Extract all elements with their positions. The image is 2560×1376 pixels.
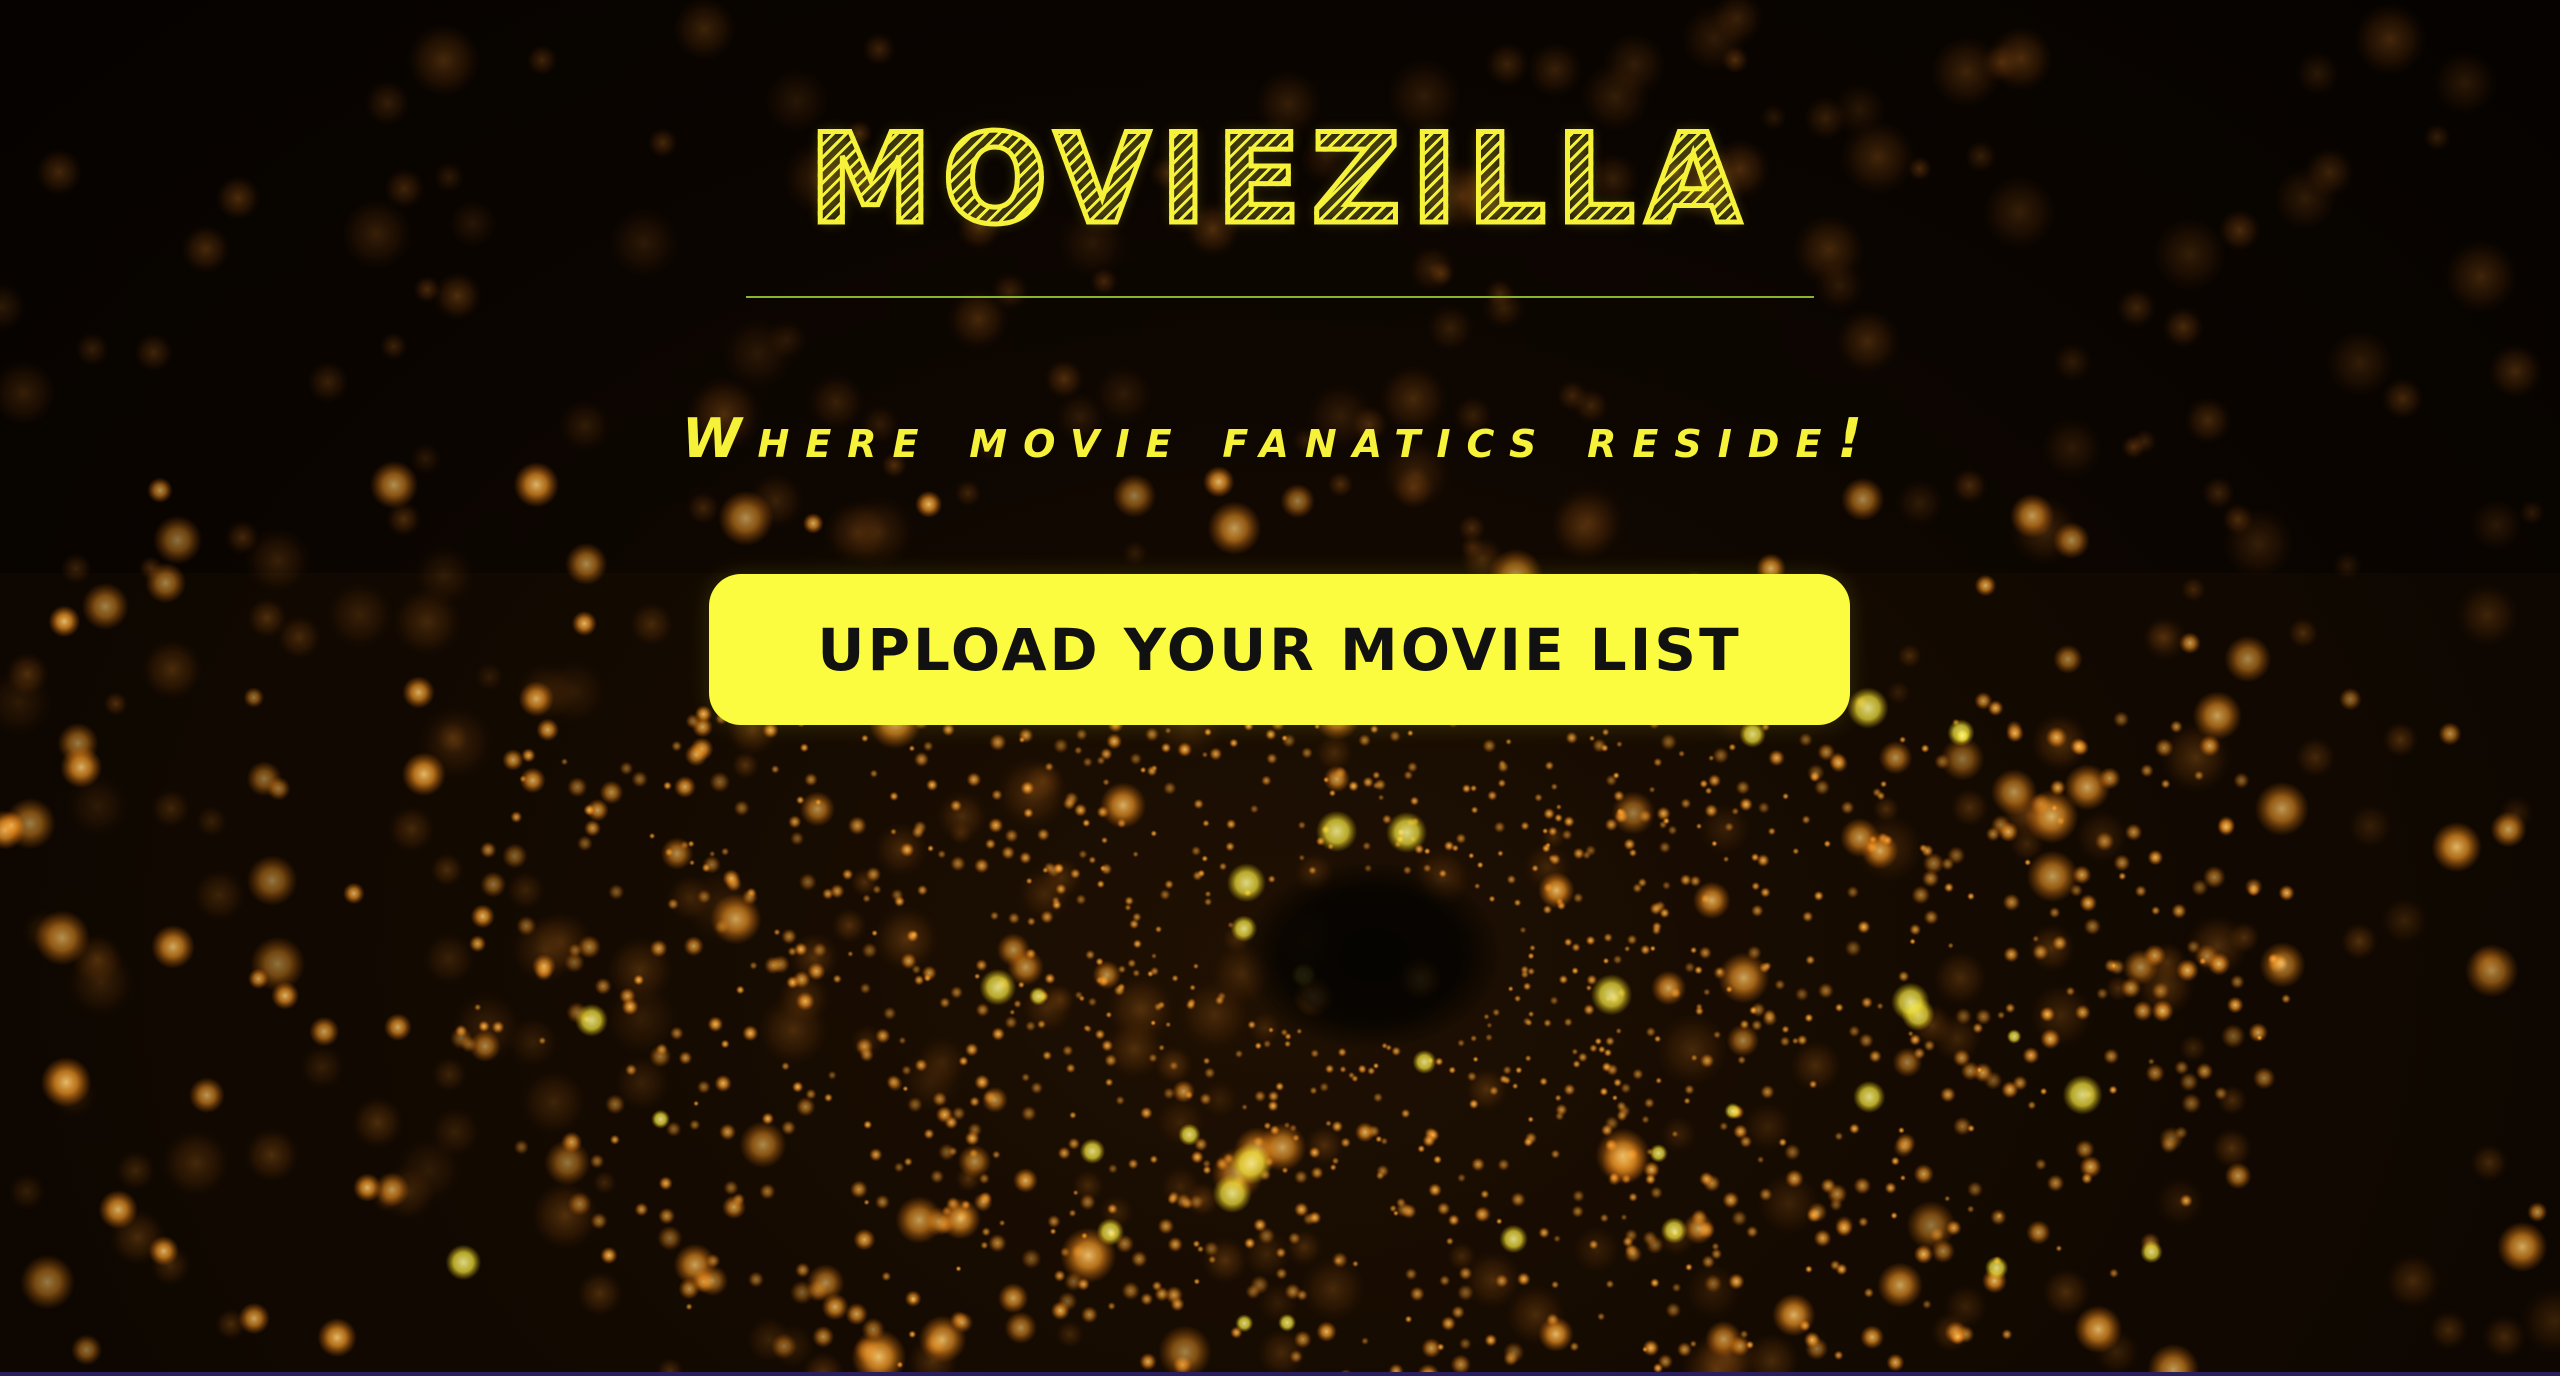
bokeh-dim-dot — [1457, 513, 1487, 543]
bokeh-dim-dot — [2162, 306, 2204, 348]
bokeh-dim-dot — [685, 490, 721, 526]
bokeh-dim-dot — [1951, 468, 1988, 504]
bokeh-warm-dot — [1202, 466, 1235, 498]
app-title: MOVIEZILLA — [0, 108, 2560, 252]
bokeh-dim-dot — [1122, 540, 1148, 566]
bokeh-dim-dot — [2469, 498, 2524, 552]
bokeh-warm-dot — [2009, 493, 2055, 539]
bokeh-dim-dot — [1721, 46, 1749, 74]
bokeh-dim-dot — [842, 495, 915, 568]
bokeh-dim-dot — [2325, 328, 2395, 398]
bokeh-warm-dot — [153, 515, 203, 565]
bokeh-dim-dot — [413, 275, 441, 303]
bokeh-dim-dot — [672, 0, 737, 62]
bokeh-warm-dot — [1112, 473, 1157, 518]
bokeh-dim-dot — [0, 282, 27, 332]
bokeh-warm-dot — [1840, 477, 1885, 522]
bokeh-dim-dot — [1044, 358, 1085, 399]
bokeh-dim-dot — [406, 22, 482, 99]
bokeh-warm-dot — [915, 490, 943, 518]
bokeh-warm-dot — [369, 460, 419, 510]
bokeh-dim-dot — [1484, 278, 1515, 309]
bokeh-dim-dot — [1835, 309, 1900, 374]
bokeh-dim-dot — [2432, 50, 2498, 116]
bokeh-warm-dot — [1280, 483, 1316, 519]
bokeh-warm-dot — [147, 477, 173, 504]
bokeh-dim-dot — [379, 332, 408, 361]
bokeh-dim-dot — [721, 317, 794, 390]
bottom-edge-strip — [0, 1372, 2560, 1376]
app-title-text: MOVIEZILLA — [806, 108, 1752, 252]
bokeh-warm-dot — [802, 513, 824, 534]
bokeh-dim-dot — [1426, 304, 1474, 353]
bokeh-dim-dot — [1981, 42, 2022, 83]
bokeh-dim-dot — [2443, 238, 2519, 315]
bokeh-dim-dot — [433, 272, 482, 320]
title-divider — [746, 296, 1814, 298]
upload-movie-list-button[interactable]: UPLOAD YOUR MOVIE LIST — [709, 574, 1850, 725]
bokeh-dim-dot — [1896, 479, 1944, 527]
bokeh-dim-dot — [991, 272, 1029, 311]
bokeh-dim-dot — [1527, 42, 1583, 97]
bokeh-dim-dot — [2201, 476, 2235, 510]
bokeh-warm-dot — [513, 461, 560, 508]
bokeh-dim-dot — [2052, 342, 2092, 382]
bokeh-dim-dot — [1326, 470, 1354, 498]
bokeh-dim-dot — [1408, 245, 1456, 293]
bokeh-dim-dot — [1485, 42, 1529, 87]
bokeh-dim-dot — [1549, 494, 1617, 562]
bokeh-warm-dot — [2052, 521, 2091, 560]
bokeh-dim-dot — [307, 361, 349, 403]
bokeh-dim-dot — [133, 332, 174, 373]
bokeh-dim-dot — [526, 44, 558, 76]
bokeh-dim-dot — [2518, 499, 2545, 526]
bokeh-warm-dot — [717, 490, 774, 547]
bokeh-dim-dot — [2116, 288, 2157, 328]
landing-page: MOVIEZILLA Where movie fanatics reside! … — [0, 0, 2560, 1376]
bokeh-dim-dot — [74, 331, 110, 367]
bokeh-dim-dot — [954, 479, 982, 507]
bokeh-dim-dot — [862, 32, 896, 66]
bokeh-dim-dot — [2352, 2, 2428, 77]
bokeh-dim-dot — [2487, 343, 2544, 399]
bokeh-dim-dot — [2221, 503, 2254, 536]
bokeh-warm-dot — [1207, 501, 1262, 556]
bokeh-dim-dot — [2294, 51, 2341, 97]
tagline: Where movie fanatics reside! — [681, 407, 1879, 470]
